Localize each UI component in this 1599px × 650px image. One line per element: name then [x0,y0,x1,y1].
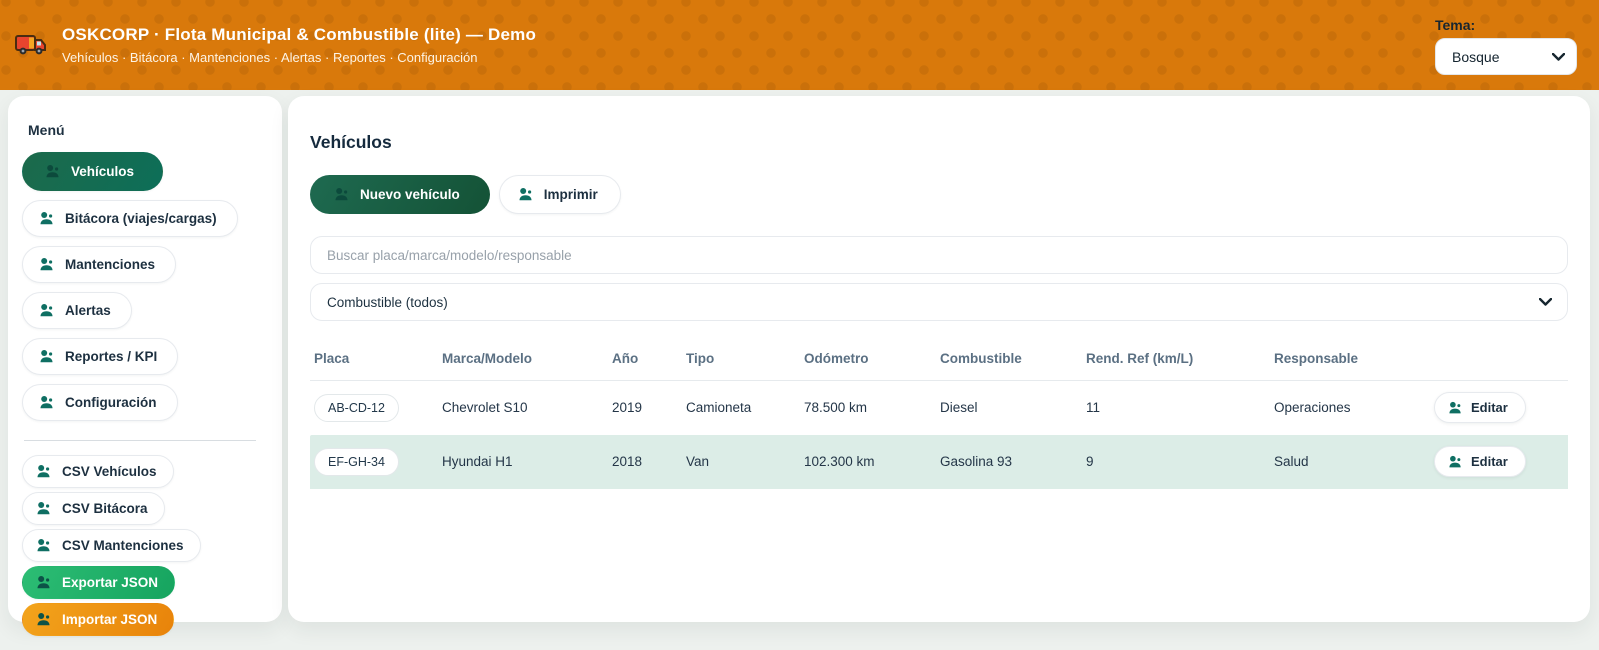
sidebar-item-label: CSV Mantenciones [62,538,184,553]
col-header-rend-ref: Rend. Ref (km/L) [1082,339,1270,381]
main-panel: Vehículos Nuevo vehículo Imprimir Combus… [288,96,1590,622]
search-input[interactable] [310,236,1568,274]
col-header-ano: Año [608,339,682,381]
paw-icon [39,257,55,272]
sidebar-item-reportes-kpi[interactable]: Reportes / KPI [22,338,178,375]
sidebar-item-exportar-json[interactable]: Exportar JSON [22,566,175,599]
paw-icon [518,187,534,202]
edit-button[interactable]: Editar [1434,446,1526,477]
fuel-filter-wrap: Combustible (todos) [310,283,1568,321]
cell-responsable: Operaciones [1270,381,1420,435]
sidebar-item-label: Bitácora (viajes/cargas) [65,211,217,226]
paw-icon [1448,401,1463,415]
paw-icon [39,349,55,364]
sidebar-item-mantenciones[interactable]: Mantenciones [22,246,176,283]
toolbar: Nuevo vehículo Imprimir [310,175,1568,214]
new-vehicle-button[interactable]: Nuevo vehículo [310,175,490,214]
edit-button[interactable]: Editar [1434,392,1526,423]
cell-odometro: 102.300 km [800,435,936,489]
cell-ano: 2019 [608,381,682,435]
sidebar-item-label: Reportes / KPI [65,349,157,364]
paw-icon [36,538,52,553]
cell-marca-modelo: Chevrolet S10 [438,381,608,435]
plate-badge: EF-GH-34 [314,448,399,476]
theme-label: Tema: [1435,17,1475,33]
sidebar-item-csv-vehiculos[interactable]: CSV Vehículos [22,455,174,488]
sidebar-item-label: Alertas [65,303,111,318]
cell-combustible: Diesel [936,381,1082,435]
col-header-combustible: Combustible [936,339,1082,381]
page-title: Vehículos [310,132,1568,153]
sidebar-secondary-menu: CSV Vehículos CSV Bitácora CSV Mantencio… [22,455,268,640]
sidebar-item-csv-mantenciones[interactable]: CSV Mantenciones [22,529,201,562]
theme-select-wrap: Bosque [1435,38,1577,75]
paw-icon [1448,455,1463,469]
col-header-placa: Placa [310,339,438,381]
paw-icon [39,395,55,410]
cell-marca-modelo: Hyundai H1 [438,435,608,489]
sidebar-item-label: Mantenciones [65,257,155,272]
table-row: EF-GH-34 Hyundai H1 2018 Van 102.300 km … [310,435,1568,489]
table-header-row: Placa Marca/Modelo Año Tipo Odómetro Com… [310,339,1568,381]
app-header: OSKCORP · Flota Municipal & Combustible … [0,0,1599,90]
cell-combustible: Gasolina 93 [936,435,1082,489]
sidebar-item-label: Importar JSON [62,612,157,627]
sidebar-item-label: Configuración [65,395,157,410]
paw-icon [36,612,52,627]
paw-icon [36,501,52,516]
truck-icon [12,26,50,64]
fuel-filter-select[interactable]: Combustible (todos) [310,283,1568,321]
cell-tipo: Camioneta [682,381,800,435]
paw-icon [39,303,55,318]
sidebar-item-label: Vehículos [71,164,134,179]
app-title: OSKCORP · Flota Municipal & Combustible … [62,25,536,45]
sidebar-item-importar-json[interactable]: Importar JSON [22,603,174,636]
sidebar-item-configuracion[interactable]: Configuración [22,384,178,421]
col-header-actions [1420,339,1568,381]
cell-rend-ref: 11 [1082,381,1270,435]
paw-icon [45,164,61,179]
col-header-odometro: Odómetro [800,339,936,381]
plate-badge: AB-CD-12 [314,394,399,422]
edit-label: Editar [1471,454,1508,469]
cell-responsable: Salud [1270,435,1420,489]
sidebar-item-label: CSV Vehículos [62,464,157,479]
col-header-responsable: Responsable [1270,339,1420,381]
edit-label: Editar [1471,400,1508,415]
paw-icon [36,575,52,590]
print-button[interactable]: Imprimir [499,175,621,214]
header-nav-line: Vehículos · Bitácora · Mantenciones · Al… [62,50,536,65]
cell-odometro: 78.500 km [800,381,936,435]
sidebar-primary-menu: Vehículos Bitácora (viajes/cargas) Mante… [22,152,268,430]
sidebar-item-vehiculos[interactable]: Vehículos [22,152,163,191]
paw-icon [334,187,350,202]
cell-ano: 2018 [608,435,682,489]
menu-title: Menú [28,122,268,138]
theme-select[interactable]: Bosque [1435,38,1577,75]
col-header-marca-modelo: Marca/Modelo [438,339,608,381]
sidebar-item-csv-bitacora[interactable]: CSV Bitácora [22,492,165,525]
sidebar-item-alertas[interactable]: Alertas [22,292,132,329]
cell-tipo: Van [682,435,800,489]
col-header-tipo: Tipo [682,339,800,381]
cell-rend-ref: 9 [1082,435,1270,489]
print-label: Imprimir [544,187,598,202]
table-row: AB-CD-12 Chevrolet S10 2019 Camioneta 78… [310,381,1568,435]
sidebar-item-label: CSV Bitácora [62,501,148,516]
paw-icon [39,211,55,226]
sidebar-item-label: Exportar JSON [62,575,158,590]
sidebar-item-bitacora[interactable]: Bitácora (viajes/cargas) [22,200,238,237]
sidebar-divider [24,440,256,441]
new-vehicle-label: Nuevo vehículo [360,187,460,202]
sidebar: Menú Vehículos Bitácora (viajes/cargas) … [8,96,282,622]
paw-icon [36,464,52,479]
vehicles-table: Placa Marca/Modelo Año Tipo Odómetro Com… [310,339,1568,489]
